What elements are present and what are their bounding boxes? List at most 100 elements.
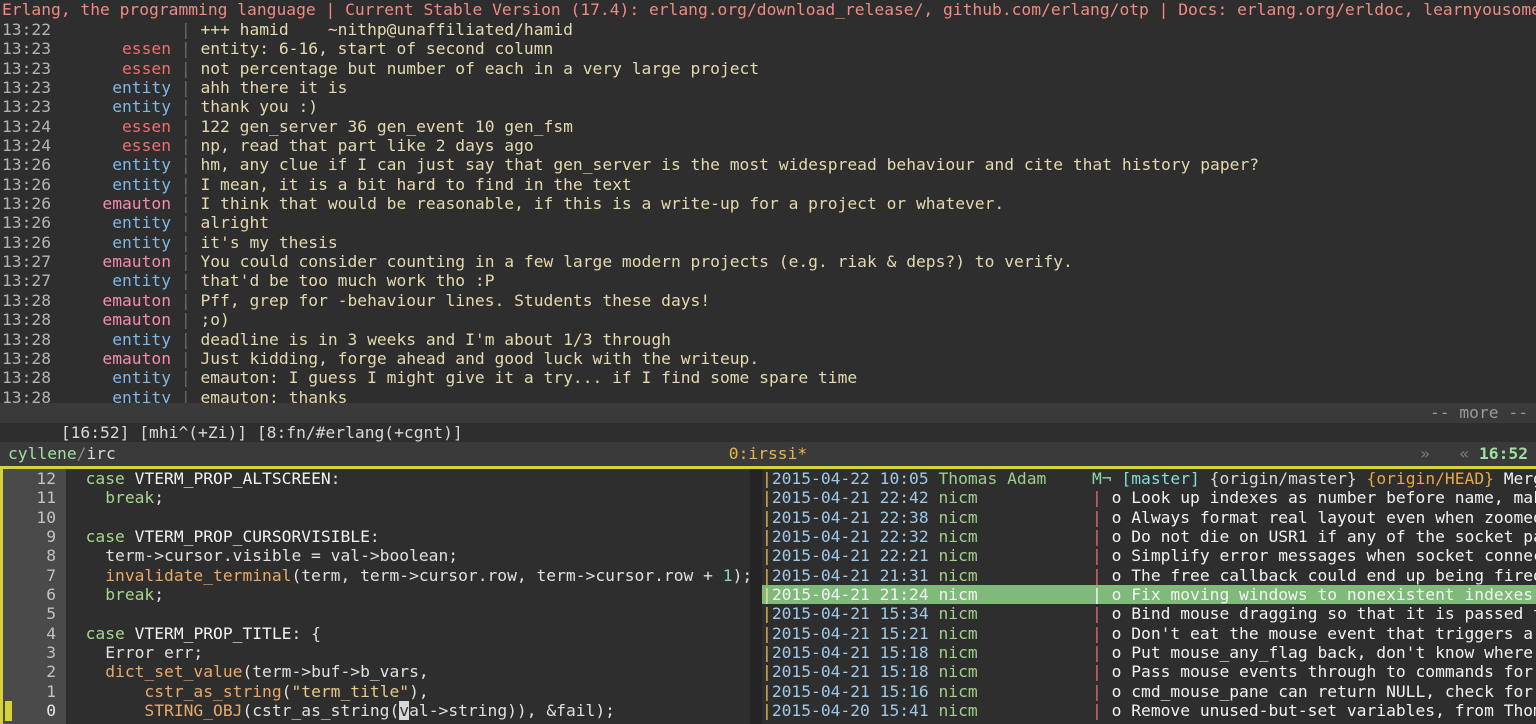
irc-nick[interactable]: entity [51,233,171,252]
irc-timestamp: 13:23 [2,97,51,116]
code-line[interactable]: break; [66,488,750,507]
git-graph-bar: | [762,508,772,527]
code-token: 1 [723,566,733,585]
irc-message-line[interactable]: 13:27entity | that'd be too much work th… [2,271,1536,290]
scroll-right-arrow-icon[interactable]: » [1420,444,1430,463]
git-log-row[interactable]: |2015-04-21 21:31 nicm| o The free callb… [762,566,1536,585]
irc-message-line[interactable]: 13:24essen | np, read that part like 2 d… [2,136,1536,155]
irc-timestamp: 13:26 [2,155,51,174]
irc-timestamp: 13:27 [2,252,51,271]
code-line[interactable]: cstr_as_string("term_title"), [66,682,750,701]
irc-nick[interactable]: essen [51,136,171,155]
git-log-row[interactable]: |2015-04-20 15:41 nicm| o Remove unused-… [762,701,1536,720]
irc-message-line[interactable]: 13:26entity | alright [2,213,1536,232]
irc-message-text: emauton: I guess I might give it a try..… [200,368,857,387]
code-line[interactable]: STRING_OBJ(cstr_as_string(val->string)),… [66,701,750,720]
git-spacer [929,701,939,720]
code-line[interactable]: case VTERM_PROP_TITLE: { [66,624,750,643]
irc-message-line[interactable]: 13:28emauton | ;o) [2,310,1536,329]
irc-message-line[interactable]: 13:28emauton | Pff, grep for -behaviour … [2,291,1536,310]
tmux-window-irssi[interactable]: 0:irssi* [729,444,807,463]
irc-nick[interactable]: entity [51,97,171,116]
code-token: ; [154,585,164,604]
code-line[interactable] [66,508,750,527]
irc-nick[interactable]: entity [51,368,171,387]
tmux-window-list[interactable]: 0:irssi* [0,442,1536,466]
irc-nick[interactable]: entity [51,271,171,290]
irssi-more-indicator[interactable]: -- more -- [1430,403,1528,423]
irc-nick[interactable]: entity [51,155,171,174]
irc-nick[interactable]: entity [51,175,171,194]
tmux-pane-split-divider[interactable] [750,469,762,724]
git-graph-line: | [1092,527,1112,546]
irc-message-line[interactable]: 13:26entity | hm, any clue if I can just… [2,155,1536,174]
git-log-row[interactable]: |2015-04-21 22:42 nicm| o Look up indexe… [762,488,1536,507]
irc-message-line[interactable]: 13:23entity | thank you :) [2,97,1536,116]
code-line[interactable]: invalidate_terminal(term, term->cursor.r… [66,566,750,585]
code-editor-pane[interactable]: 1211109876543210 case VTERM_PROP_ALTSCRE… [3,469,750,724]
irc-nick[interactable]: emauton [51,310,171,329]
irc-message-line[interactable]: 13:26emauton | I think that would be rea… [2,194,1536,213]
irc-message-log[interactable]: 13:22 | +++ hamid ~nithp@unaffiliated/ha… [0,20,1536,407]
git-spacer [929,527,939,546]
irc-nick[interactable]: essen [51,59,171,78]
code-line[interactable] [66,604,750,623]
tmux-status-bar[interactable]: cyllene/irc 0:irssi* » « 16:52 [0,442,1536,466]
irssi-input-prompt[interactable]: #erlang [0,423,1536,442]
code-line[interactable]: term->cursor.visible = val->boolean; [66,546,750,565]
git-log-row[interactable]: |2015-04-21 21:24 nicm| o Fix moving win… [762,585,1536,604]
git-commit-date: 2015-04-21 15:18 [772,643,929,662]
git-log-row[interactable]: |2015-04-21 15:16 nicm| o cmd_mouse_pane… [762,682,1536,701]
line-number: 1 [3,682,66,701]
irc-message-line[interactable]: 13:28entity | emauton: I guess I might g… [2,368,1536,387]
irc-message-line[interactable]: 13:23entity | ahh there it is [2,78,1536,97]
line-number: 11 [3,488,66,507]
git-log-pane[interactable]: |2015-04-22 10:05 Thomas AdamM¬ [master]… [762,469,1536,724]
code-line[interactable]: case VTERM_PROP_CURSORVISIBLE: [66,527,750,546]
git-spacer [929,624,939,643]
irc-message-line[interactable]: 13:26entity | it's my thesis [2,233,1536,252]
irc-nick[interactable]: entity [51,330,171,349]
irc-message-line[interactable]: 13:23essen | entity: 6-16, start of seco… [2,39,1536,58]
git-commit-author: nicm [938,701,977,720]
irc-message-line[interactable]: 13:26entity | I mean, it is a bit hard t… [2,175,1536,194]
irc-nick[interactable]: emauton [51,349,171,368]
irc-timestamp: 13:24 [2,117,51,136]
irc-message-line[interactable]: 13:28entity | deadline is in 3 weeks and… [2,330,1536,349]
git-graph-line: | [1092,585,1112,604]
code-line[interactable]: Error err; [66,643,750,662]
git-log-row[interactable]: |2015-04-21 15:21 nicm| o Don't eat the … [762,624,1536,643]
irc-message-line[interactable]: 13:27emauton | You could consider counti… [2,252,1536,271]
irc-nick[interactable]: entity [51,213,171,232]
irc-timestamp: 13:26 [2,175,51,194]
code-line[interactable]: dict_set_value(term->buf->b_vars, [66,662,750,681]
git-spacer [929,469,939,488]
git-log-row[interactable]: |2015-04-21 22:21 nicm| o Simplify error… [762,546,1536,565]
irc-message-text: that'd be too much work tho :P [200,271,494,290]
code-line[interactable]: break; [66,585,750,604]
irc-message-line[interactable]: 13:28emauton | Just kidding, forge ahead… [2,349,1536,368]
git-ref-label: {origin/master} [1210,469,1357,488]
irc-nick[interactable]: emauton [51,252,171,271]
irc-nick[interactable]: essen [51,39,171,58]
scroll-left-arrow-icon[interactable]: « [1459,444,1469,463]
git-log-row[interactable]: |2015-04-21 15:18 nicm| o Put mouse_any_… [762,643,1536,662]
irc-nick[interactable]: emauton [51,291,171,310]
code-text-area[interactable]: case VTERM_PROP_ALTSCREEN: break; case V… [66,469,750,720]
irc-nick[interactable]: entity [51,78,171,97]
irc-timestamp: 13:26 [2,213,51,232]
git-log-row[interactable]: |2015-04-21 22:32 nicm| o Do not die on … [762,527,1536,546]
irc-message-line[interactable]: 13:24essen | 122 gen_server 36 gen_event… [2,117,1536,136]
code-line[interactable]: case VTERM_PROP_ALTSCREEN: [66,469,750,488]
irc-message-line[interactable]: 13:22 | +++ hamid ~nithp@unaffiliated/ha… [2,20,1536,39]
git-graph-column: | o Remove unused-but-set variables, fro… [1092,701,1536,720]
git-graph-column: | o Bind mouse dragging so that it is pa… [1092,604,1536,623]
git-log-row[interactable]: |2015-04-21 15:34 nicm| o Bind mouse dra… [762,604,1536,623]
git-log-row[interactable]: |2015-04-21 15:18 nicm| o Pass mouse eve… [762,662,1536,681]
irc-message-line[interactable]: 13:23essen | not percentage but number o… [2,59,1536,78]
irc-nick[interactable]: essen [51,117,171,136]
irssi-pane[interactable]: Erlang, the programming language | Curre… [0,0,1536,442]
irc-nick[interactable]: emauton [51,194,171,213]
git-log-row[interactable]: |2015-04-22 10:05 Thomas AdamM¬ [master]… [762,469,1536,488]
git-log-row[interactable]: |2015-04-21 22:38 nicm| o Always format … [762,508,1536,527]
